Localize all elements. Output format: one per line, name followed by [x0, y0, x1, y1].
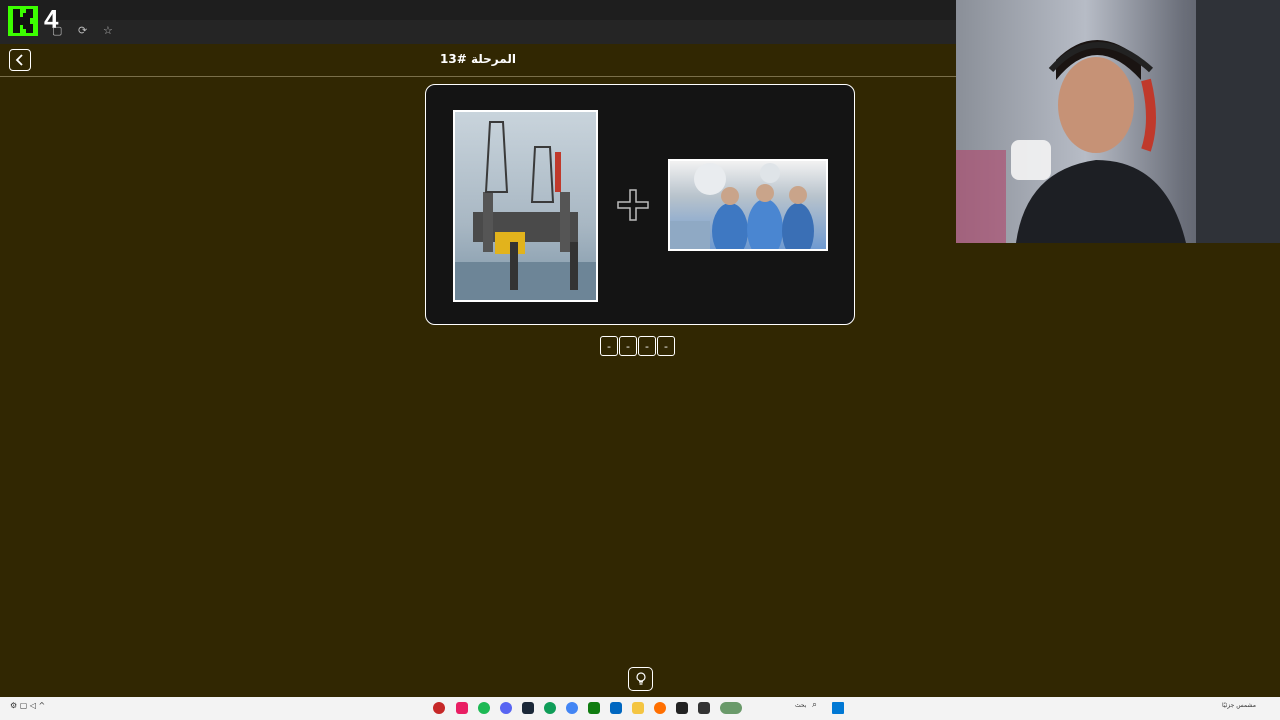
app-icon[interactable]	[433, 702, 445, 714]
puzzle-card	[425, 84, 855, 325]
hint-button[interactable]	[628, 667, 653, 691]
plus-icon	[617, 189, 649, 221]
oil-rig-photo	[453, 110, 598, 302]
system-tray-icons[interactable]: ⚙ ▢ ◁ ^	[10, 701, 45, 710]
app-icon[interactable]	[610, 702, 622, 714]
search-icon[interactable]: ⌕	[812, 700, 817, 710]
lightbulb-icon	[635, 672, 646, 685]
browser-tab-bar	[0, 20, 956, 44]
search-input[interactable]: بحث	[795, 702, 806, 709]
answer-slot[interactable]: -	[657, 336, 675, 356]
xbox-icon[interactable]	[588, 702, 600, 714]
answer-slot[interactable]: -	[638, 336, 656, 356]
kick-logo-icon	[8, 6, 38, 36]
browser-toolbar: 4 ▢ ⟳ ☆	[0, 0, 956, 44]
chrome-icon[interactable]	[566, 702, 578, 714]
tab-icon[interactable]: ▢	[52, 24, 62, 37]
level-title: المرحلة #13	[440, 52, 516, 66]
streamer-webcam	[956, 0, 1280, 243]
app-icon[interactable]	[654, 702, 666, 714]
surgeons-photo	[668, 159, 828, 251]
game-header: المرحلة #13	[0, 44, 956, 77]
star-icon[interactable]: ☆	[103, 24, 113, 37]
steam-icon[interactable]	[522, 702, 534, 714]
app-icon[interactable]	[456, 702, 468, 714]
answer-slot[interactable]: -	[600, 336, 618, 356]
app-icon[interactable]	[500, 702, 512, 714]
windows-taskbar: بحث ⌕ مشمس جزئيًا ⚙ ▢ ◁ ^	[0, 697, 1280, 720]
refresh-icon[interactable]: ⟳	[78, 24, 87, 37]
folder-icon[interactable]	[632, 702, 644, 714]
widget-icon[interactable]	[720, 702, 742, 714]
epic-icon[interactable]	[676, 702, 688, 714]
edge-icon[interactable]	[544, 702, 556, 714]
answer-slots: - - - -	[600, 336, 675, 356]
answer-slot[interactable]: -	[619, 336, 637, 356]
windows-start-icon[interactable]	[832, 702, 844, 714]
spotify-icon[interactable]	[478, 702, 490, 714]
app-icon[interactable]	[698, 702, 710, 714]
weather-text: مشمس جزئيًا	[1222, 702, 1256, 709]
